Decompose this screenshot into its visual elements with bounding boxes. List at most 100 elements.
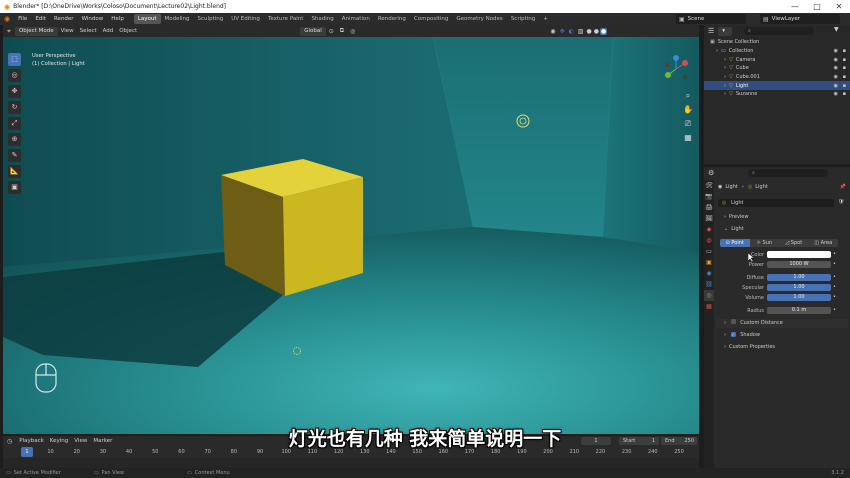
expand-arrow-icon[interactable]: ›	[704, 74, 729, 80]
light-panel-header[interactable]: ⌄ Light	[716, 225, 848, 234]
maximize-button[interactable]: □	[806, 0, 828, 13]
collection-tab-icon[interactable]: ▭	[704, 246, 714, 257]
menu-timeline-view[interactable]: View	[71, 438, 90, 444]
expand-arrow-icon[interactable]: ›	[704, 65, 729, 71]
render-visibility-icon[interactable]: ▪	[843, 83, 846, 89]
start-frame-field[interactable]: Start 1	[619, 437, 659, 445]
proportional-icon[interactable]: ◎	[347, 28, 358, 35]
expand-arrow-icon[interactable]: ›	[704, 91, 729, 97]
cursor-tool-icon[interactable]: ◎	[8, 69, 21, 82]
power-keyframe-icon[interactable]: •	[833, 261, 836, 267]
transform-tool-icon[interactable]: ⊕	[8, 133, 21, 146]
render-tab-icon[interactable]: 📷	[704, 191, 714, 202]
expand-arrow-icon[interactable]: ›	[704, 57, 729, 63]
visibility-eye-icon[interactable]: ◉	[834, 74, 838, 80]
radius-keyframe-icon[interactable]: •	[833, 307, 836, 313]
properties-search-icon[interactable]: ⌕	[748, 169, 828, 177]
menu-edit[interactable]: Edit	[31, 16, 50, 22]
tab-rendering[interactable]: Rendering	[374, 14, 410, 24]
move-tool-icon[interactable]: ✥	[8, 85, 21, 98]
shading-material-icon[interactable]: ●	[593, 28, 600, 35]
zoom-icon[interactable]: ⌕	[683, 89, 693, 103]
gizmo-icon[interactable]: ✥	[558, 28, 567, 35]
specular-field[interactable]: 1.00	[767, 284, 831, 291]
shading-solid-icon[interactable]: ●	[586, 28, 593, 35]
outliner-scene-collection[interactable]: ▣ Scene Collection	[704, 38, 850, 47]
menu-render[interactable]: Render	[50, 16, 78, 22]
volume-field[interactable]: 1.00	[767, 294, 831, 301]
outliner-row-camera[interactable]: › ▽ Camera ◉ ▪	[704, 56, 850, 65]
pivot-icon[interactable]: ⊙	[326, 28, 337, 35]
view-layer-tab-icon[interactable]: 🖼	[704, 213, 714, 224]
tab-modeling[interactable]: Modeling	[161, 14, 194, 24]
timeline-track[interactable]	[3, 458, 699, 468]
visibility-eye-icon[interactable]: ◉	[834, 48, 838, 54]
menu-marker[interactable]: Marker	[90, 438, 115, 444]
render-visibility-icon[interactable]: ▪	[843, 65, 846, 71]
shading-rendered-icon[interactable]: ●	[600, 27, 608, 35]
annotate-tool-icon[interactable]: ✎	[8, 149, 21, 162]
diffuse-keyframe-icon[interactable]: •	[833, 274, 836, 280]
object-tab-icon[interactable]: ▣	[704, 257, 714, 268]
pin-icon[interactable]: 📌	[840, 184, 846, 190]
outliner-row-collection[interactable]: › ▭ Collection ◉ ▪	[704, 47, 850, 56]
physics-tab-icon[interactable]: ◉	[704, 268, 714, 279]
power-field[interactable]: 1000 W	[767, 261, 831, 268]
current-frame-field[interactable]: 1	[581, 437, 611, 445]
shadow-panel-header[interactable]: › ✓ Shadow	[716, 331, 848, 340]
scene-tab-icon[interactable]: ◆	[704, 224, 714, 235]
tab-sculpting[interactable]: Sculpting	[194, 14, 228, 24]
volume-keyframe-icon[interactable]: •	[833, 294, 836, 300]
menu-add[interactable]: Add	[100, 28, 117, 34]
light-type-spot[interactable]: ◿ Spot	[779, 239, 809, 247]
tab-scripting[interactable]: Scripting	[507, 14, 539, 24]
color-keyframe-icon[interactable]: •	[833, 251, 836, 257]
menu-window[interactable]: Window	[78, 16, 108, 22]
visibility-eye-icon[interactable]: ◉	[834, 57, 838, 63]
menu-playback[interactable]: Playback	[16, 438, 47, 444]
navigation-gizmo[interactable]	[661, 53, 691, 85]
snap-icon[interactable]: ⧉	[337, 27, 347, 35]
constraints-tab-icon[interactable]: ⛓	[704, 279, 714, 290]
ortho-grid-icon[interactable]: ▦	[683, 131, 693, 145]
output-tab-icon[interactable]: 🖨	[704, 202, 714, 213]
view-layer-selector[interactable]: ▤ ViewLayer	[760, 14, 840, 24]
color-swatch[interactable]	[767, 251, 831, 258]
custom-distance-panel[interactable]: › Custom Distance	[716, 319, 848, 328]
render-visibility-icon[interactable]: ▪	[843, 91, 846, 97]
visibility-eye-icon[interactable]: ◉	[834, 65, 838, 71]
xray-icon[interactable]: ▨	[576, 28, 586, 35]
outliner-display-mode[interactable]: ▾	[718, 26, 733, 36]
rotate-tool-icon[interactable]: ↻	[8, 101, 21, 114]
menu-object[interactable]: Object	[116, 28, 140, 34]
data-tab-icon[interactable]: ◎	[704, 290, 714, 301]
add-cube-tool-icon[interactable]: ▣	[8, 181, 21, 194]
outliner-row-cube-001[interactable]: › ▽ Cube.001 ◉ ▪	[704, 73, 850, 82]
expand-arrow-icon[interactable]: ›	[704, 48, 721, 54]
menu-help[interactable]: Help	[107, 16, 128, 22]
light-type-area[interactable]: ◫ Area	[808, 239, 838, 247]
tab-compositing[interactable]: Compositing	[410, 14, 452, 24]
tab-uv-editing[interactable]: UV Editing	[227, 14, 264, 24]
select-tool-icon[interactable]: ⬚	[8, 53, 21, 66]
render-visibility-icon[interactable]: ▪	[843, 74, 846, 80]
menu-select[interactable]: Select	[77, 28, 100, 34]
shadow-checkbox[interactable]: ✓	[730, 332, 736, 337]
outliner-row-light[interactable]: › ▽ Light ◉ ▪	[704, 81, 850, 90]
scale-tool-icon[interactable]: ⤢	[8, 117, 21, 130]
tab-geometry-nodes[interactable]: Geometry Nodes	[452, 14, 506, 24]
visibility-icon[interactable]: ◉	[548, 28, 557, 35]
tab-animation[interactable]: Animation	[338, 14, 374, 24]
add-workspace-button[interactable]: +	[539, 14, 552, 24]
blender-menu-icon[interactable]: ◉	[0, 15, 14, 23]
mode-dropdown[interactable]: Object Mode	[14, 26, 58, 36]
outliner-search-icon[interactable]: ⌕	[744, 27, 814, 35]
tool-tab-icon[interactable]: 🛠	[704, 180, 714, 191]
close-button[interactable]: ✕	[828, 0, 850, 13]
custom-distance-checkbox[interactable]	[730, 319, 736, 324]
pan-hand-icon[interactable]: ✋	[683, 103, 693, 117]
preview-panel-header[interactable]: › Preview	[716, 213, 848, 222]
menu-keying[interactable]: Keying	[47, 438, 71, 444]
properties-editor-icon[interactable]: ⚙	[704, 169, 718, 177]
tab-texture-paint[interactable]: Texture Paint	[264, 14, 308, 24]
